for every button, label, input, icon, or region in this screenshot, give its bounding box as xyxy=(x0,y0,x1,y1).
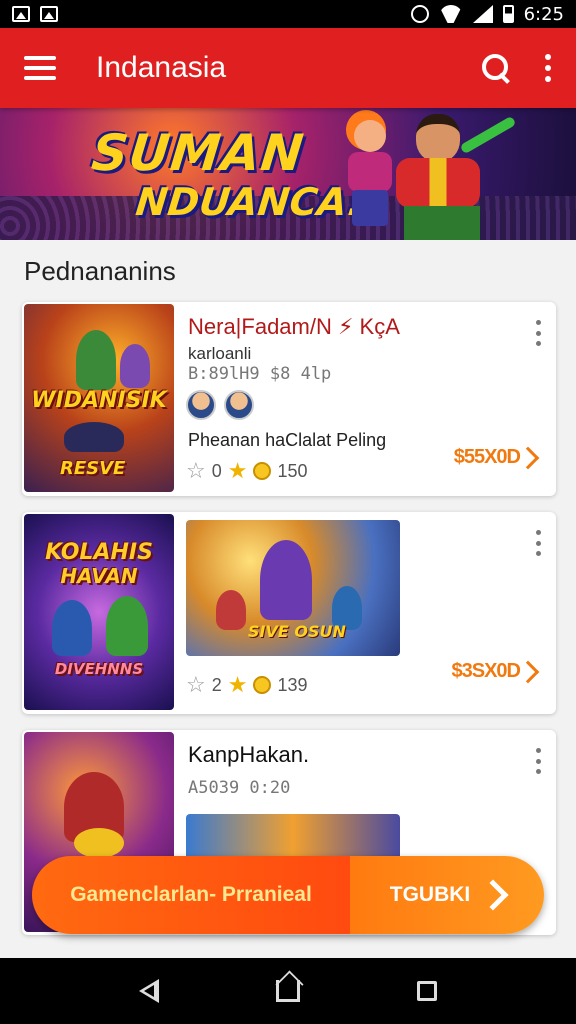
thumb-sub: RESVE xyxy=(60,458,126,479)
game-card[interactable]: KOLAHIS HAVAN DIVEHNNS SIVE OSUN ☆ 2 ★ 1… xyxy=(22,512,556,714)
chevron-right-icon xyxy=(516,660,540,683)
promo-banner[interactable]: SUMAN NDUANCA! xyxy=(0,108,576,240)
battery-icon xyxy=(502,5,514,23)
game-preview-image[interactable]: SIVE OSUN xyxy=(186,520,400,656)
preview-character xyxy=(260,540,312,620)
install-cta-button[interactable]: Gamenclarlan- Prranieal TGUBKI xyxy=(32,856,544,934)
star-icon: ★ xyxy=(227,672,248,697)
player-avatars xyxy=(186,390,254,420)
thumb-character xyxy=(52,600,92,656)
game-card[interactable]: WIDANISIK RESVE Nera|Fadam/N ⚡ KçA karlo… xyxy=(22,302,556,496)
price-button[interactable]: $3SX0D xyxy=(451,660,540,683)
coin-icon xyxy=(253,676,272,694)
rating-count: 150 xyxy=(277,460,308,481)
banner-hero-man xyxy=(388,110,517,240)
avatar xyxy=(186,390,216,420)
thumb-emblem xyxy=(74,828,124,858)
thumb-sub: HAVAN xyxy=(60,564,138,588)
section-title: Pednananins xyxy=(24,256,176,286)
preview-label: SIVE OSUN xyxy=(248,622,346,641)
thumb-character xyxy=(106,596,148,656)
cta-action[interactable]: TGUBKI xyxy=(350,856,544,934)
card-meta: B:89lH9 $8 4lp xyxy=(188,364,332,384)
rating-row: ☆ 0 ★ 150 xyxy=(186,458,308,484)
status-right: 6:25 xyxy=(410,3,564,25)
card-description: Pheanan haClalat Peling xyxy=(188,430,387,450)
cta-action-label: TGUBKI xyxy=(389,883,471,906)
card-more-icon[interactable] xyxy=(536,748,542,774)
thumb-caption: DIVEHNNS xyxy=(54,660,144,678)
card-title: KanpHakan. xyxy=(188,742,310,767)
banner-subtitle: NDUANCA! xyxy=(133,180,367,224)
game-thumbnail[interactable]: KOLAHIS HAVAN DIVEHNNS xyxy=(24,514,174,710)
avatar xyxy=(224,390,254,420)
price-label: $3SX0D xyxy=(451,660,521,682)
navigation-bar xyxy=(0,958,576,1024)
gallery-icon xyxy=(12,6,30,22)
app-title: Indanasia xyxy=(96,51,227,84)
card-more-icon[interactable] xyxy=(536,320,542,346)
rating-value: 0 xyxy=(211,460,222,481)
home-icon[interactable] xyxy=(275,980,300,1002)
preview-character xyxy=(216,590,246,630)
photo-icon xyxy=(40,6,58,22)
thumb-title: WIDANISIK xyxy=(31,388,167,413)
status-bar: 6:25 xyxy=(0,0,576,28)
chevron-right-icon xyxy=(516,446,540,469)
card-subtitle: karloanli xyxy=(188,344,252,363)
chevron-right-icon xyxy=(477,879,509,911)
card-meta: A5039 0:20 xyxy=(188,778,291,798)
thumb-character xyxy=(76,330,116,390)
game-thumbnail[interactable]: WIDANISIK RESVE xyxy=(24,304,174,492)
price-label: $55X0D xyxy=(453,446,521,468)
status-time: 6:25 xyxy=(523,3,564,25)
rating-value: 2 xyxy=(211,674,222,695)
search-icon[interactable] xyxy=(480,52,512,84)
thumb-title: KOLAHIS xyxy=(45,540,153,565)
status-left xyxy=(12,6,58,22)
rating-row: ☆ 2 ★ 139 xyxy=(186,672,308,698)
price-button[interactable]: $55X0D xyxy=(453,446,540,469)
thumb-character xyxy=(64,422,124,452)
coin-icon xyxy=(253,462,272,480)
recents-icon[interactable] xyxy=(417,981,438,1001)
back-icon[interactable] xyxy=(138,979,159,1003)
star-icon: ★ xyxy=(227,458,248,483)
banner-title: SUMAN xyxy=(88,124,307,182)
star-outline-icon: ☆ xyxy=(186,458,206,483)
star-outline-icon: ☆ xyxy=(186,672,206,697)
alarm-icon xyxy=(410,5,429,23)
rating-count: 139 xyxy=(277,674,308,695)
app-bar: Indanasia xyxy=(0,28,576,108)
thumb-character xyxy=(120,344,150,388)
signal-icon xyxy=(472,5,493,23)
card-title: Nera|Fadam/N ⚡ KçA xyxy=(188,314,400,339)
more-options-icon[interactable] xyxy=(544,54,552,82)
wifi-icon xyxy=(439,5,463,23)
card-more-icon[interactable] xyxy=(536,530,542,556)
menu-icon[interactable] xyxy=(24,56,56,80)
cta-label: Gamenclarlan- Prranieal xyxy=(32,856,350,934)
